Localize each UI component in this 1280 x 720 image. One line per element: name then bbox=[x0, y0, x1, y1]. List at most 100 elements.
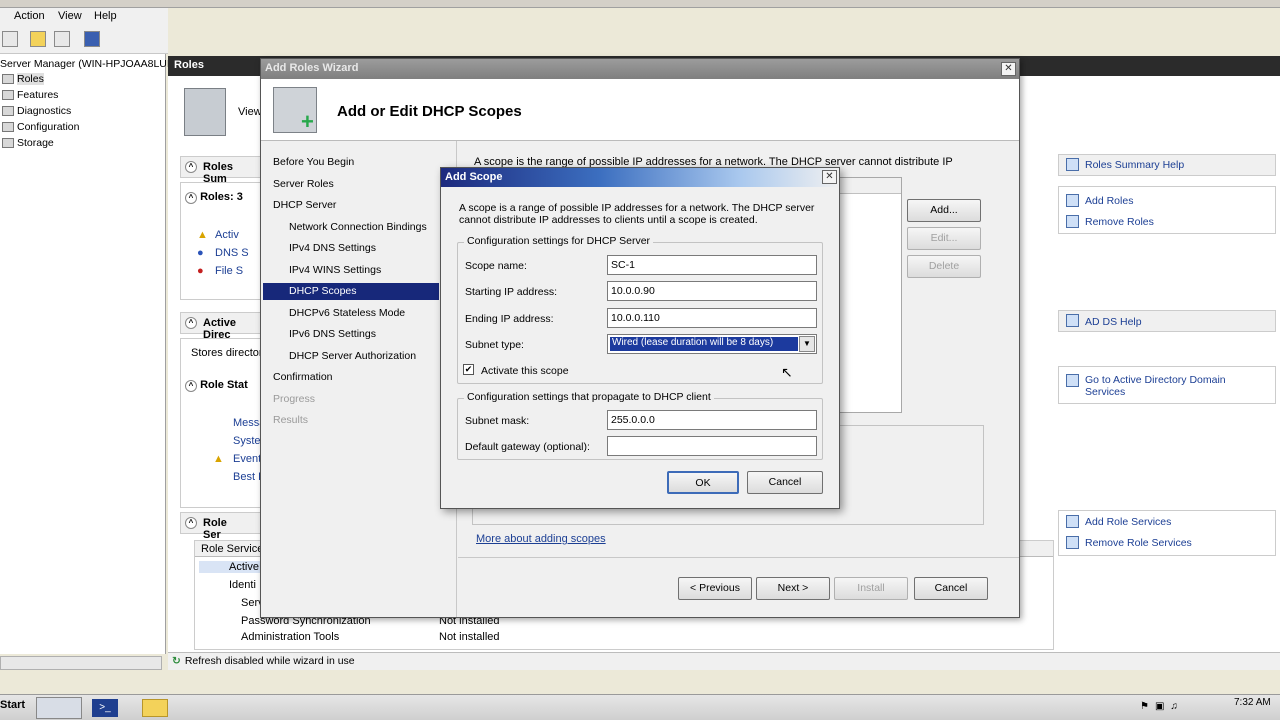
nav-ipv4-wins[interactable]: IPv4 WINS Settings bbox=[289, 264, 381, 276]
nav-ipv4-dns[interactable]: IPv4 DNS Settings bbox=[289, 242, 376, 254]
powershell-icon[interactable]: >_ bbox=[92, 699, 118, 717]
tree-item-configuration[interactable]: Configuration bbox=[2, 121, 79, 133]
nav-ipv6-dns[interactable]: IPv6 DNS Settings bbox=[289, 328, 376, 340]
menu-help[interactable]: Help bbox=[94, 10, 117, 22]
collapse-icon: ^ bbox=[185, 192, 197, 204]
nav-results: Results bbox=[273, 414, 309, 426]
tree-item-storage[interactable]: Storage bbox=[2, 137, 54, 149]
subnet-type-select[interactable]: Wired (lease duration will be 8 days) ▼ bbox=[607, 334, 817, 354]
nav-network-bindings[interactable]: Network Connection Bindings bbox=[289, 221, 427, 233]
status-link-events[interactable]: Event bbox=[233, 453, 261, 465]
subnet-mask-input[interactable]: 255.0.0.0 bbox=[607, 410, 817, 430]
next-button[interactable]: Next > bbox=[756, 577, 830, 600]
menu-view[interactable]: View bbox=[58, 10, 82, 22]
server-manager-task-icon[interactable] bbox=[36, 697, 82, 719]
remove-roles-icon bbox=[1066, 215, 1079, 228]
roles-label: Roles: 3 bbox=[200, 191, 243, 203]
help-icon bbox=[1066, 158, 1079, 171]
role-row-file[interactable]: File S bbox=[215, 265, 243, 277]
host-title-strip bbox=[0, 0, 1280, 8]
up-folder-icon[interactable] bbox=[30, 31, 46, 47]
scope-description: A scope is a range of possible IP addres… bbox=[459, 202, 815, 226]
end-ip-input[interactable]: 10.0.0.110 bbox=[607, 308, 817, 328]
tree-item-features[interactable]: Features bbox=[2, 89, 58, 101]
scope-name-label: Scope name: bbox=[465, 260, 527, 272]
status-link-system[interactable]: Syste bbox=[233, 435, 261, 447]
tree-item-diagnostics[interactable]: Diagnostics bbox=[2, 105, 71, 117]
nav-dhcp-server[interactable]: DHCP Server bbox=[273, 199, 336, 211]
tree-root[interactable]: Server Manager (WIN-HPJOAA8LUI bbox=[0, 58, 170, 70]
nav-dhcp-scopes[interactable]: DHCP Scopes bbox=[263, 283, 439, 300]
add-scope-dialog: Add Scope ✕ A scope is a range of possib… bbox=[440, 167, 840, 509]
edit-scope-button: Edit... bbox=[907, 227, 981, 250]
ok-button[interactable]: OK bbox=[667, 471, 739, 494]
ad-domain-services-icon bbox=[1066, 374, 1079, 387]
add-roles-link[interactable]: Add Roles bbox=[1085, 195, 1133, 207]
table-row[interactable]: Administration Tools bbox=[241, 631, 339, 643]
roles-summary-panel: ^ Roles: 3 Activ DNS S File S ▲ ● ● bbox=[180, 182, 270, 300]
refresh-icon: ↻ bbox=[172, 655, 181, 667]
collapse-icon: ^ bbox=[185, 517, 197, 529]
roles-server-icon bbox=[184, 88, 226, 136]
activate-scope-checkbox[interactable]: ✔ bbox=[463, 364, 474, 375]
tree-scrollbar[interactable] bbox=[0, 656, 162, 670]
roles-summary-help-link[interactable]: Roles Summary Help bbox=[1085, 159, 1184, 171]
role-services-header[interactable]: ^ Role Ser bbox=[180, 512, 270, 541]
add-scope-button[interactable]: Add... bbox=[907, 199, 981, 222]
subnet-mask-label: Subnet mask: bbox=[465, 415, 530, 427]
help-icon bbox=[1066, 314, 1079, 327]
table-row[interactable]: Identi bbox=[229, 579, 256, 591]
storage-icon bbox=[2, 138, 14, 149]
scope-cancel-button[interactable]: Cancel bbox=[747, 471, 823, 494]
role-status-header[interactable]: ^ Role Stat bbox=[185, 379, 248, 392]
install-button: Install bbox=[834, 577, 908, 600]
scope-name-input[interactable]: SC-1 bbox=[607, 255, 817, 275]
help-icon[interactable] bbox=[84, 31, 100, 47]
nav-before-you-begin[interactable]: Before You Begin bbox=[273, 156, 354, 168]
stores-text: Stores director bbox=[191, 347, 263, 359]
chevron-down-icon[interactable]: ▼ bbox=[799, 336, 815, 352]
error-icon: ● bbox=[197, 265, 204, 277]
warning-icon: ▲ bbox=[197, 229, 208, 241]
start-ip-input[interactable]: 10.0.0.90 bbox=[607, 281, 817, 301]
section-title: Role Stat bbox=[200, 379, 248, 391]
more-about-scopes-link[interactable]: More about adding scopes bbox=[476, 533, 606, 545]
mouse-cursor-icon: ↖ bbox=[781, 364, 793, 380]
wizard-cancel-button[interactable]: Cancel bbox=[914, 577, 988, 600]
nav-dhcp-authorization[interactable]: DHCP Server Authorization bbox=[289, 350, 416, 362]
roles-summary-header[interactable]: ^ Roles Sum bbox=[180, 156, 270, 185]
ad-header[interactable]: ^ Active Direc bbox=[180, 312, 270, 341]
scope-close-icon[interactable]: ✕ bbox=[822, 170, 837, 184]
nav-progress: Progress bbox=[273, 393, 316, 405]
role-row-dns[interactable]: DNS S bbox=[215, 247, 249, 259]
tree-label: Roles bbox=[17, 73, 44, 85]
show-hide-tree-icon[interactable] bbox=[54, 31, 70, 47]
gateway-input[interactable] bbox=[607, 436, 817, 456]
tray-icons[interactable]: ⚑▣♫ bbox=[1140, 701, 1184, 712]
remove-roles-link[interactable]: Remove Roles bbox=[1085, 216, 1154, 228]
role-row-ad[interactable]: Activ bbox=[215, 229, 239, 241]
wizard-close-icon[interactable]: ✕ bbox=[1001, 62, 1016, 76]
nav-server-roles[interactable]: Server Roles bbox=[273, 178, 334, 190]
roles-count: ^ Roles: 3 bbox=[185, 191, 243, 204]
divider bbox=[458, 557, 1019, 558]
nav-dhcpv6-stateless[interactable]: DHCPv6 Stateless Mode bbox=[289, 307, 405, 319]
remove-role-services-link[interactable]: Remove Role Services bbox=[1085, 537, 1192, 549]
start-button[interactable]: Start bbox=[0, 699, 28, 711]
group-title: Configuration settings for DHCP Server bbox=[464, 235, 654, 247]
nav-confirmation[interactable]: Confirmation bbox=[273, 371, 333, 383]
subnet-type-value: Wired (lease duration will be 8 days) bbox=[610, 337, 798, 351]
desktop-gap bbox=[0, 670, 1280, 694]
end-ip-label: Ending IP address: bbox=[465, 313, 554, 325]
explorer-folder-icon[interactable] bbox=[142, 699, 168, 717]
tree-item-roles[interactable]: Roles bbox=[2, 73, 44, 85]
clock[interactable]: 7:32 AM bbox=[1234, 697, 1271, 708]
add-role-services-link[interactable]: Add Role Services bbox=[1085, 516, 1171, 528]
back-icon[interactable] bbox=[2, 31, 18, 47]
diagnostics-icon bbox=[2, 106, 14, 117]
menu-action[interactable]: Action bbox=[14, 10, 45, 22]
previous-button[interactable]: < Previous bbox=[678, 577, 752, 600]
ad-ds-help-link[interactable]: AD DS Help bbox=[1085, 316, 1142, 328]
view-text: View bbox=[238, 106, 262, 118]
go-to-ad-link[interactable]: Go to Active Directory Domain Services bbox=[1085, 374, 1265, 398]
